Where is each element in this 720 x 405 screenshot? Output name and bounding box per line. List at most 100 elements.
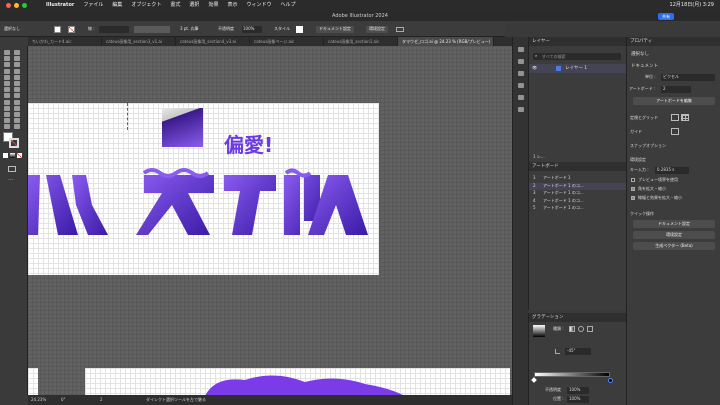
tool-icon[interactable] [4, 87, 10, 93]
menu-item[interactable]: 効果 [208, 3, 218, 8]
scale-strokes-checkbox[interactable] [631, 196, 635, 200]
tool-icon[interactable] [4, 50, 10, 55]
tool-icon[interactable] [14, 93, 20, 99]
layer-name[interactable]: レイヤー 1 [565, 66, 587, 72]
artboard-row[interactable]: 3 アートボード 1 のコ... [529, 190, 627, 197]
artboard-select[interactable]: 2 [661, 86, 691, 93]
tool-icon[interactable] [14, 56, 20, 62]
layers-tab[interactable]: レイヤー [532, 37, 550, 46]
menu-item[interactable]: ウィンドウ [246, 3, 271, 8]
tool-icon[interactable] [14, 124, 20, 130]
freeform-gradient-button[interactable] [587, 326, 593, 332]
properties-tab[interactable]: プロパティ [630, 37, 652, 46]
style-swatch[interactable] [296, 26, 303, 33]
artboard-3[interactable] [28, 368, 38, 395]
tool-icon[interactable] [14, 81, 20, 86]
prefs-quick-button[interactable]: 環境設定 [633, 231, 715, 239]
canvas[interactable]: 偏愛! [28, 46, 512, 396]
menu-item[interactable]: 編集 [112, 3, 122, 8]
tool-icon[interactable] [4, 112, 10, 117]
keyboard-increment-field[interactable]: 0.2835 s [655, 167, 689, 174]
tool-icon[interactable] [14, 99, 20, 105]
tool-icon[interactable] [4, 99, 10, 105]
document-tab[interactable]: タマウゼ_ロゴ.ai @ 24.23 % (RGB/プレビュー) [398, 37, 494, 46]
tool-icon[interactable] [14, 68, 20, 74]
gradient-tab[interactable]: グラデーション [532, 313, 563, 322]
gradient-stop-right[interactable] [608, 378, 613, 383]
linear-gradient-button[interactable] [569, 326, 575, 332]
screen-mode-icon[interactable] [8, 166, 16, 172]
document-tab[interactable]: cateus画像用_section3_v1.ai [102, 37, 176, 46]
visibility-eye-icon[interactable]: 👁 [532, 66, 537, 70]
panel-icon[interactable] [518, 71, 524, 76]
layer-row[interactable]: 👁 レイヤー 1 [529, 64, 627, 73]
variable-width-profile[interactable] [134, 26, 170, 33]
tool-icon[interactable] [4, 81, 10, 86]
blob-shape[interactable] [205, 374, 405, 396]
ruler-toggle-icon[interactable] [671, 114, 679, 121]
layers-search[interactable]: ⌕ すべての検索 [533, 53, 621, 60]
location-field[interactable]: 100% [567, 396, 589, 403]
artboard-row[interactable]: 2 アートボード 1 のコ... [529, 182, 627, 190]
tool-icon[interactable] [4, 93, 10, 99]
rotation-field[interactable]: 0° [61, 398, 66, 402]
document-tab[interactable]: cateus画像用_section1.aic [324, 37, 398, 46]
gradient-slider[interactable] [534, 372, 610, 377]
tool-icon[interactable] [4, 68, 10, 74]
menu-item[interactable]: ファイル [83, 3, 103, 8]
scale-corners-checkbox[interactable] [631, 187, 635, 191]
artboard-2[interactable]: 偏愛! [28, 103, 379, 275]
more-tools-icon[interactable]: ··· [8, 178, 14, 184]
panel-icon[interactable] [518, 107, 524, 112]
panel-icon[interactable] [518, 47, 524, 52]
stroke-swatch[interactable] [68, 26, 75, 33]
doc-settings-button[interactable]: ドキュメント設定 [316, 26, 354, 33]
none-mode-button[interactable] [17, 153, 22, 158]
tool-icon[interactable] [14, 62, 20, 68]
artboards-tab[interactable]: アートボード [532, 162, 559, 171]
unit-select[interactable]: ピクセル [661, 74, 715, 81]
menu-item[interactable]: 選択 [189, 3, 199, 8]
tool-icon[interactable] [14, 112, 20, 117]
traffic-lights[interactable] [6, 3, 27, 8]
artboard-row[interactable]: 1 アートボード 1 [529, 175, 627, 182]
menu-item[interactable]: ヘルプ [280, 3, 295, 8]
document-tab[interactable]: ちいかわ_カード4.aic [28, 37, 102, 46]
stroke-indicator[interactable] [9, 138, 19, 148]
tool-icon[interactable] [4, 105, 10, 111]
brush-definition[interactable]: 3 pt. 丸筆 [180, 27, 198, 31]
tool-icon[interactable] [14, 118, 20, 124]
edit-artboards-button[interactable]: アートボードを編集 [633, 97, 715, 105]
preview-bounds-checkbox[interactable] [631, 178, 635, 182]
zoom-field[interactable]: 24.23% [31, 398, 46, 402]
menu-item[interactable]: 表示 [227, 3, 237, 8]
gradient-swatch-square[interactable] [162, 108, 203, 147]
panel-icon[interactable] [518, 83, 524, 88]
tool-icon[interactable] [4, 56, 10, 62]
tool-icon[interactable] [14, 105, 20, 111]
panel-icon[interactable] [518, 59, 524, 64]
grid-toggle-icon[interactable] [681, 114, 689, 121]
opacity-field[interactable]: 100% [567, 387, 589, 394]
tool-icon[interactable] [14, 74, 20, 80]
logo-artwork[interactable] [28, 165, 379, 245]
gradient-mode-button[interactable] [10, 153, 15, 158]
doc-settings-quick-button[interactable]: ドキュメント設定 [633, 220, 715, 228]
document-tab[interactable]: cateus画像ページ.aic [250, 37, 324, 46]
tool-icon[interactable] [14, 87, 20, 93]
color-mode-buttons[interactable] [3, 153, 8, 158]
tool-icon[interactable] [14, 50, 20, 55]
artboard-nav[interactable]: 2 [100, 398, 103, 402]
menu-item[interactable]: オブジェクト [131, 3, 161, 8]
tool-icon[interactable] [4, 118, 10, 124]
share-button[interactable]: 共有 [658, 13, 674, 20]
guides-toggle-icon[interactable] [671, 128, 679, 135]
generative-vector-button[interactable]: 生成ベクター (Beta) [633, 242, 715, 250]
align-icon[interactable] [396, 27, 404, 32]
angle-field[interactable]: -45° [565, 348, 591, 355]
panel-icon[interactable] [518, 95, 524, 100]
artboard-4[interactable] [85, 368, 510, 396]
tagline-text[interactable]: 偏愛! [224, 135, 273, 155]
tool-icon[interactable] [4, 124, 10, 130]
tool-icon[interactable] [4, 74, 10, 80]
